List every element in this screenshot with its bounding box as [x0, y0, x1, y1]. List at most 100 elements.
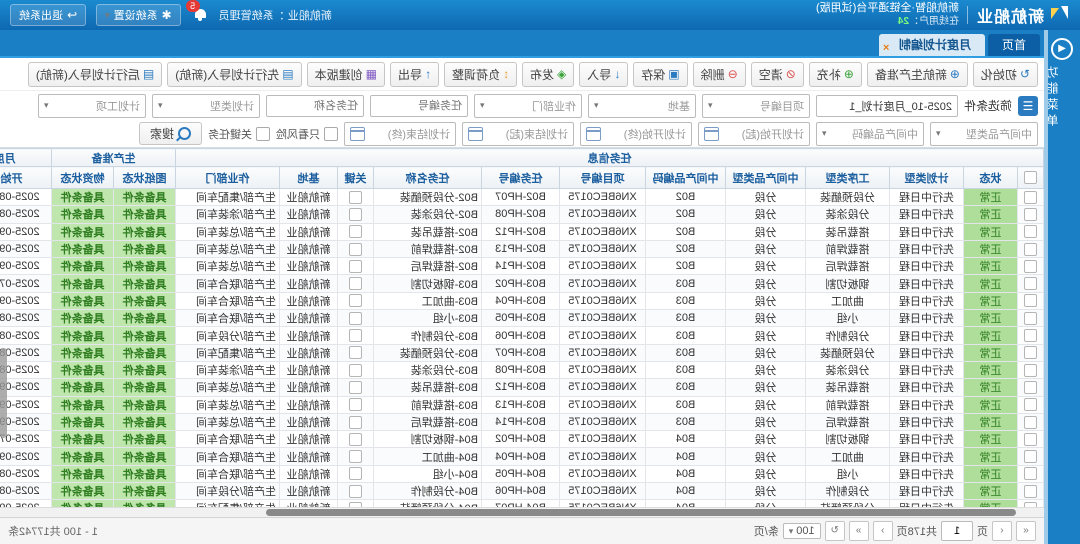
row-checkbox[interactable] [1024, 346, 1037, 359]
row-checkbox[interactable] [1024, 450, 1037, 463]
key-task-checkbox[interactable] [349, 294, 362, 307]
refresh-button[interactable]: ↻ [825, 521, 845, 541]
cell-project: XN6BEC0175 [560, 379, 646, 396]
cell-dept: 生产部/涂装车间 [176, 206, 280, 223]
key-task-checkbox[interactable] [349, 381, 362, 394]
row-checkbox[interactable] [1024, 381, 1037, 394]
last-page-button[interactable]: » [849, 521, 869, 541]
page-number-input[interactable] [941, 521, 973, 541]
toolbar-button-12[interactable]: ▤先行计划导入(新航) [167, 62, 301, 87]
toolbar-button-11[interactable]: ▦创建版本 [307, 62, 385, 87]
row-checkbox[interactable] [1024, 277, 1037, 290]
row-checkbox[interactable] [1024, 433, 1037, 446]
toolbar-button-10[interactable]: ↑导出 [390, 62, 439, 87]
sidebar-menu-label[interactable]: 功能菜单 [1044, 66, 1080, 130]
key-task-checkbox[interactable] [349, 260, 362, 273]
cell-project: XN6BEC0175 [560, 396, 646, 413]
toolbar-button-1[interactable]: ↻初始化 [973, 62, 1038, 87]
toolbar-button-9[interactable]: ↕负荷调整 [444, 62, 517, 87]
sidebar-collapse-button[interactable]: ◀ [1051, 38, 1073, 60]
settings-button[interactable]: ✱ 系统设置 ▾ [96, 4, 181, 26]
key-task-checkbox[interactable] [349, 433, 362, 446]
filter-select-计划工项[interactable]: 计划工项▾ [38, 94, 146, 118]
row-checkbox[interactable] [1024, 191, 1037, 204]
toolbar-button-6[interactable]: ▣保存 [633, 62, 687, 87]
key-task-checkbox[interactable] [349, 346, 362, 359]
tab-home[interactable]: 首页 [988, 34, 1040, 56]
row-checkbox[interactable] [1024, 364, 1037, 377]
advanced-filter-button[interactable]: ☰ [1018, 96, 1038, 116]
vertical-scrollbar[interactable] [0, 348, 7, 438]
key-task-checkbox[interactable] [349, 312, 362, 325]
cell-base: 新航船业 [280, 448, 338, 465]
search-button[interactable]: 搜索 [139, 122, 202, 145]
cell-dept: 生产部/总装车间 [176, 223, 280, 240]
toolbar-button-8[interactable]: ◈发布 [522, 62, 574, 87]
filter-input-任务编号[interactable] [370, 95, 468, 117]
filter-checkbox-只看风险[interactable]: 只看风险 [276, 126, 338, 142]
key-task-checkbox[interactable] [349, 243, 362, 256]
key-task-checkbox[interactable] [349, 191, 362, 204]
tab-monthly-plan[interactable]: 月度计划编制 × [879, 34, 985, 56]
horizontal-scrollbar-thumb[interactable] [266, 509, 1016, 516]
filter-date-计划开始(终)[interactable]: 计划开始(终) [580, 122, 692, 146]
filter-select-基地[interactable]: 基地▾ [588, 94, 696, 118]
cell-key [338, 189, 374, 206]
close-icon[interactable]: × [883, 37, 889, 59]
row-checkbox[interactable] [1024, 398, 1037, 411]
row-checkbox[interactable] [1024, 294, 1037, 307]
key-task-checkbox[interactable] [349, 208, 362, 221]
select-all-checkbox[interactable] [1024, 171, 1037, 184]
key-task-checkbox[interactable] [349, 277, 362, 290]
prev-page-button[interactable]: ‹ [992, 521, 1012, 541]
cell-plan_type: 先行中日程 [890, 379, 964, 396]
key-task-checkbox[interactable] [349, 416, 362, 429]
toolbar-button-3[interactable]: ⊕补充 [809, 62, 862, 87]
toolbar-button-label: 清空 [759, 66, 783, 83]
plan-name-input[interactable] [816, 95, 958, 117]
toolbar-button-2[interactable]: ⊕新航生产准备 [867, 62, 968, 87]
row-checkbox[interactable] [1024, 467, 1037, 480]
toolbar-button-label: 导出 [398, 66, 422, 83]
row-checkbox[interactable] [1024, 208, 1037, 221]
toolbar-button-5[interactable]: ⊖删除 [693, 62, 746, 87]
key-task-checkbox[interactable] [349, 225, 362, 238]
filter-input-任务名称[interactable] [266, 95, 364, 117]
key-task-checkbox[interactable] [349, 329, 362, 342]
row-checkbox[interactable] [1024, 416, 1037, 429]
sidebar-splitter[interactable] [1044, 30, 1048, 544]
filter-select-计划类型[interactable]: 计划类型▾ [152, 94, 260, 118]
row-checkbox[interactable] [1024, 312, 1037, 325]
filter-date-计划开始(起)[interactable]: 计划开始(起) [698, 122, 810, 146]
row-checkbox[interactable] [1024, 243, 1037, 256]
filter-select-中间产品类型[interactable]: 中间产品类型▾ [930, 122, 1038, 146]
row-checkbox[interactable] [1024, 260, 1037, 273]
cell-status: 正常 [964, 448, 1018, 465]
notification-bell-icon[interactable]: 5 [191, 6, 209, 24]
refresh-icon: ↻ [1020, 68, 1030, 80]
filter-select-作业部门[interactable]: 作业部门▾ [474, 94, 582, 118]
filter-date-计划结束(起)[interactable]: 计划结束(起) [462, 122, 574, 146]
key-task-checkbox[interactable] [349, 485, 362, 498]
toolbar-button-7[interactable]: ↓导入 [579, 62, 628, 87]
filter-select-中间产品编码[interactable]: 中间产品编码▾ [816, 122, 924, 146]
first-page-button[interactable]: « [1016, 521, 1036, 541]
row-checkbox[interactable] [1024, 329, 1037, 342]
key-task-checkbox[interactable] [349, 398, 362, 411]
row-checkbox[interactable] [1024, 225, 1037, 238]
cell-dept: 生产部/分段车间 [176, 327, 280, 344]
row-checkbox[interactable] [1024, 485, 1037, 498]
key-task-checkbox[interactable] [349, 467, 362, 480]
toolbar-button-4[interactable]: ⊘清空 [751, 62, 804, 87]
table-row: 正常先行中日程分段涂装分段B03XN6BEC0175B03-HP08B03-分段… [0, 361, 1044, 378]
page-size-select[interactable]: 100 ▾ [783, 523, 821, 539]
key-task-checkbox[interactable] [349, 364, 362, 377]
next-page-button[interactable]: › [873, 521, 893, 541]
filter-checkbox-关键任务[interactable]: 关键任务 [208, 126, 270, 142]
toolbar-button-13[interactable]: ▤后行计划导入(新航) [28, 62, 162, 87]
calendar-icon [350, 127, 365, 141]
filter-date-计划结束(终)[interactable]: 计划结束(终) [344, 122, 456, 146]
filter-select-项目编号[interactable]: 项目编号▾ [702, 94, 810, 118]
key-task-checkbox[interactable] [349, 450, 362, 463]
logout-button[interactable]: ↪ 退出系统 [10, 4, 86, 26]
